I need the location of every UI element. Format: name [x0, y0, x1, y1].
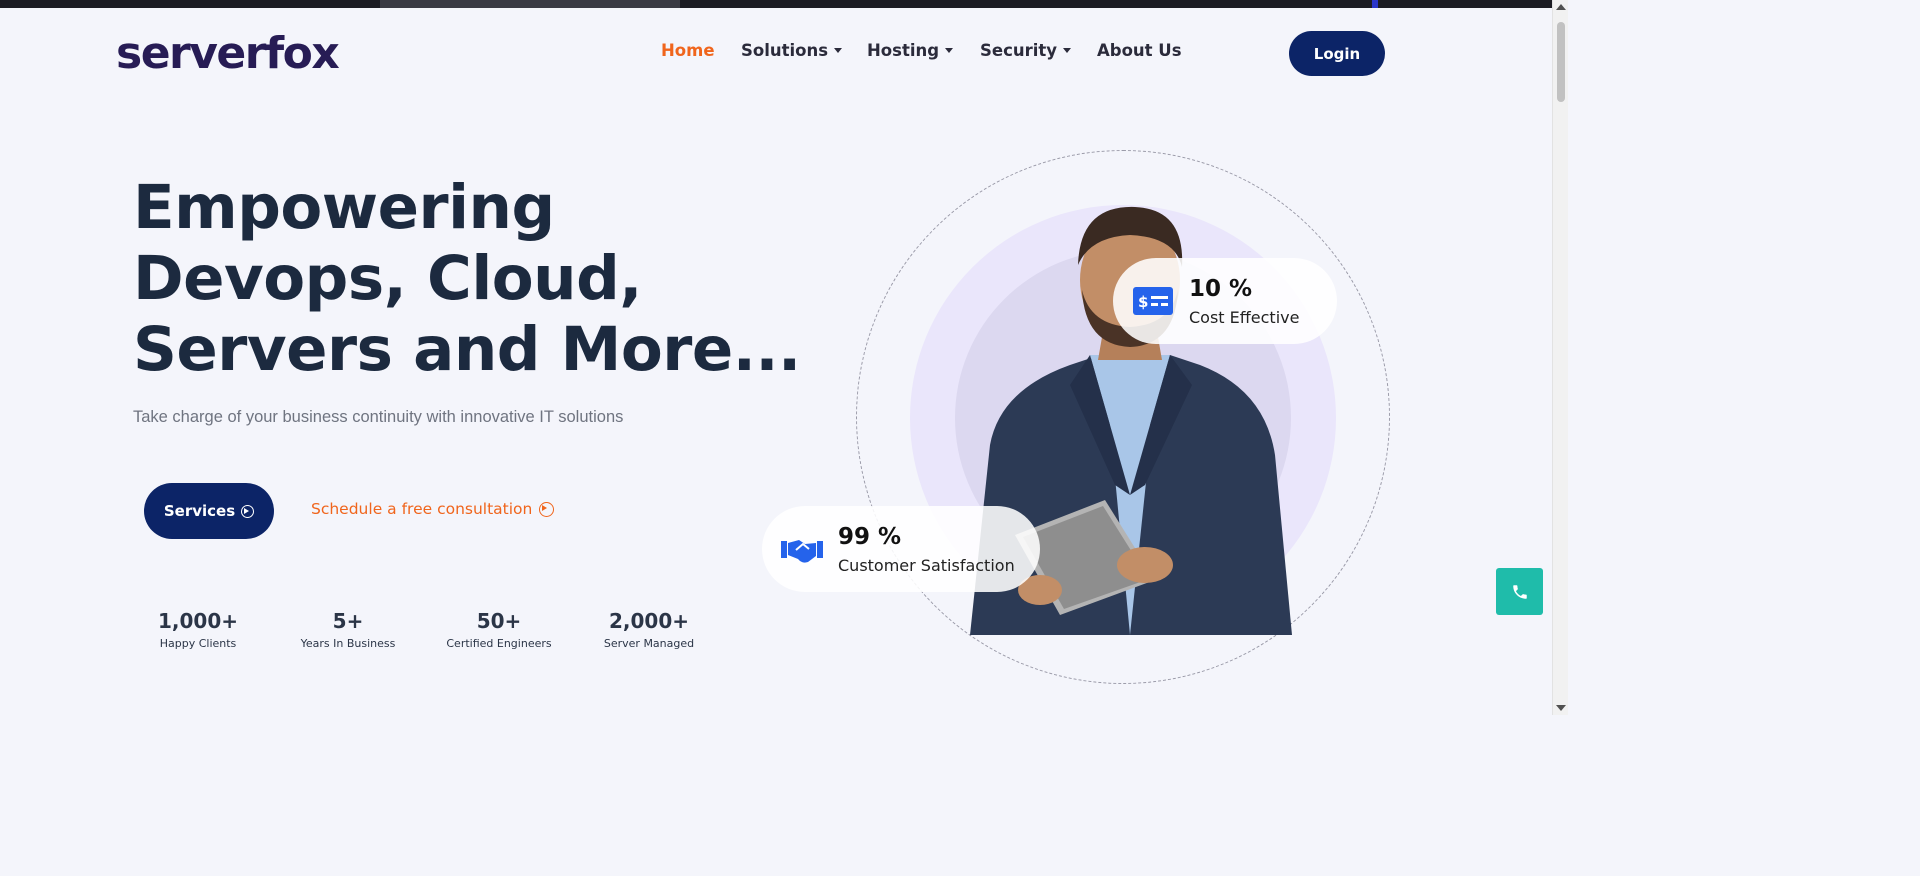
nav-about-us[interactable]: About Us	[1097, 40, 1182, 62]
stat-years-in-business: 5+ Years In Business	[300, 609, 396, 650]
scroll-up-arrow-icon[interactable]	[1556, 4, 1566, 10]
phone-button[interactable]	[1496, 568, 1543, 615]
customer-satisfaction-badge: 99 % Customer Satisfaction	[762, 506, 1040, 592]
chevron-down-icon	[945, 48, 954, 53]
brand-logo[interactable]: serverfox	[116, 28, 340, 80]
nav-solutions[interactable]: Solutions	[741, 40, 843, 62]
services-button[interactable]: Services	[144, 483, 274, 539]
chevron-down-icon	[834, 48, 843, 53]
login-button[interactable]: Login	[1289, 31, 1385, 76]
hero-subtitle: Take charge of your business continuity …	[133, 408, 624, 426]
page-scrollbar[interactable]	[1552, 0, 1568, 715]
svg-text:$: $	[1138, 293, 1148, 311]
cost-effective-badge: $ 10 % Cost Effective	[1113, 258, 1337, 344]
nav-hosting[interactable]: Hosting	[867, 40, 954, 62]
chevron-down-icon	[1063, 48, 1072, 53]
arrow-circle-icon	[539, 501, 555, 517]
nav-security[interactable]: Security	[980, 40, 1072, 62]
stat-happy-clients: 1,000+ Happy Clients	[157, 609, 239, 650]
phone-icon	[1512, 584, 1527, 599]
browser-top-strip	[0, 0, 1552, 8]
arrow-circle-icon	[241, 504, 255, 518]
hero-title: Empowering Devops, Cloud, Servers and Mo…	[133, 172, 801, 385]
handshake-icon	[781, 540, 823, 563]
scrollbar-thumb[interactable]	[1557, 22, 1565, 102]
scroll-down-arrow-icon[interactable]	[1556, 705, 1566, 711]
money-card-icon: $	[1133, 287, 1173, 315]
consultation-link[interactable]: Schedule a free consultation	[311, 500, 555, 518]
nav-home[interactable]: Home	[661, 40, 715, 62]
stat-server-managed: 2,000+ Server Managed	[603, 609, 695, 650]
stat-certified-engineers: 50+ Certified Engineers	[446, 609, 552, 650]
